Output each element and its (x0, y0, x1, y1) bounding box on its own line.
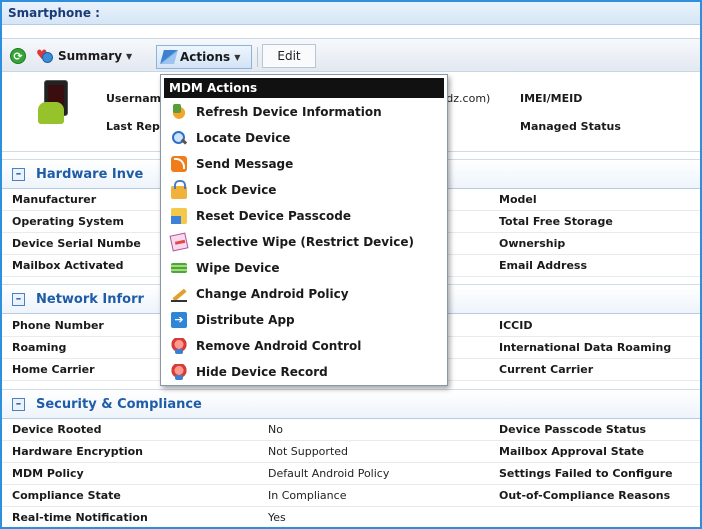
menu-item-send-message[interactable]: Send Message (164, 152, 444, 176)
username-label: Usernam (106, 92, 162, 105)
panel-title: Smartphone : (2, 2, 700, 25)
menu-item-label: Remove Android Control (196, 339, 362, 353)
field-label: Real-time Notification (12, 511, 148, 524)
menu-item-label: Refresh Device Information (196, 105, 382, 119)
menu-item-label: Locate Device (196, 131, 291, 145)
menu-item-label: Change Android Policy (196, 287, 349, 301)
field-label: Current Carrier (499, 363, 594, 376)
menu-item-change-android-policy[interactable]: Change Android Policy (164, 282, 444, 306)
field-label: Hardware Encryption (12, 445, 143, 458)
smartphone-panel: Smartphone : ⟳ ♥ Summary ▼ Actions ▼ Edi… (0, 0, 702, 529)
field-label: Mailbox Activated (12, 259, 124, 272)
menu-item-reset-device-passcode[interactable]: Reset Device Passcode (164, 204, 444, 228)
chevron-down-icon: ▼ (126, 51, 133, 61)
menu-item-label: Hide Device Record (196, 365, 328, 379)
field-label: Model (499, 193, 537, 206)
menu-item-label: Send Message (196, 157, 294, 171)
managed-status-label: Managed Status (520, 120, 621, 133)
network-section-title: Network Inforr (36, 292, 144, 307)
field-label: Roaming (12, 341, 67, 354)
field-label: Settings Failed to Configure (499, 467, 673, 480)
field-label: Manufacturer (12, 193, 97, 206)
menu-item-distribute-app[interactable]: ➔ Distribute App (164, 308, 444, 332)
menu-item-selective-wipe[interactable]: Selective Wipe (Restrict Device) (164, 230, 444, 254)
pencil-icon (171, 286, 187, 302)
field-label: Operating System (12, 215, 124, 228)
rss-icon (171, 156, 187, 172)
menu-item-hide-device-record[interactable]: Hide Device Record (164, 360, 444, 384)
eraser-icon (169, 232, 189, 252)
last-report-label: Last Rep (106, 120, 160, 133)
field-label: Mailbox Approval State (499, 445, 645, 458)
menu-item-label: Distribute App (196, 313, 295, 327)
username-value: )dz.com) (442, 92, 491, 105)
table-row: Hardware Encryption Not Supported Mailbo… (2, 441, 700, 463)
refresh-button[interactable]: ⟳ (10, 45, 30, 67)
magnifier-icon (171, 130, 187, 146)
android-hide-icon (171, 364, 187, 380)
imei-label: IMEI/MEID (520, 92, 583, 105)
actions-menu: MDM Actions Refresh Device Information L… (160, 74, 448, 386)
field-value: No (268, 423, 283, 436)
table-row: Device Rooted No Device Passcode Status (2, 419, 700, 441)
field-value: Default Android Policy (268, 467, 390, 480)
menu-header: MDM Actions (164, 78, 444, 98)
menu-item-lock-device[interactable]: Lock Device (164, 178, 444, 202)
collapse-icon[interactable]: – (12, 293, 25, 306)
field-value: In Compliance (268, 489, 347, 502)
refresh-icon: ⟳ (10, 48, 26, 64)
toolbar: ⟳ ♥ Summary ▼ Actions ▼ Edit (2, 38, 700, 72)
table-row: MDM Policy Default Android Policy Settin… (2, 463, 700, 485)
field-label: MDM Policy (12, 467, 84, 480)
field-value: Yes (268, 511, 286, 524)
table-row: Real-time Notification Yes (2, 507, 700, 527)
field-label: Home Carrier (12, 363, 95, 376)
field-label: International Data Roaming (499, 341, 672, 354)
actions-icon (160, 50, 178, 64)
summary-icon: ♥ (36, 49, 54, 63)
lock-icon (171, 179, 187, 199)
table-row: Compliance State In Compliance Out-of-Co… (2, 485, 700, 507)
security-section-title: Security & Compliance (36, 397, 202, 412)
menu-item-wipe-device[interactable]: Wipe Device (164, 256, 444, 280)
field-label: Device Rooted (12, 423, 102, 436)
hardware-section-title: Hardware Inve (36, 167, 144, 182)
menu-item-locate-device[interactable]: Locate Device (164, 126, 444, 150)
chevron-down-icon: ▼ (234, 52, 241, 62)
menu-item-refresh-device-information[interactable]: Refresh Device Information (164, 100, 444, 124)
field-label: Email Address (499, 259, 588, 272)
edit-button[interactable]: Edit (262, 44, 316, 68)
wipe-icon (171, 260, 187, 276)
collapse-icon[interactable]: – (12, 168, 25, 181)
menu-item-label: Wipe Device (196, 261, 280, 275)
actions-label: Actions (180, 50, 231, 64)
menu-item-label: Selective Wipe (Restrict Device) (196, 235, 414, 249)
field-label: ICCID (499, 319, 533, 332)
field-label: Out-of-Compliance Reasons (499, 489, 671, 502)
field-label: Ownership (499, 237, 566, 250)
menu-item-label: Reset Device Passcode (196, 209, 351, 223)
collapse-icon[interactable]: – (12, 398, 25, 411)
field-label: Phone Number (12, 319, 104, 332)
security-section-header[interactable]: – Security & Compliance (2, 389, 700, 419)
menu-item-label: Lock Device (196, 183, 277, 197)
refresh-device-icon (171, 104, 187, 120)
menu-item-remove-android-control[interactable]: Remove Android Control (164, 334, 444, 358)
field-label: Device Serial Numbe (12, 237, 141, 250)
summary-label: Summary (58, 49, 123, 63)
field-label: Device Passcode Status (499, 423, 647, 436)
android-phone-icon (30, 80, 70, 132)
distribute-arrow-icon: ➔ (171, 312, 187, 328)
reset-passcode-icon (171, 208, 187, 224)
field-label: Total Free Storage (499, 215, 613, 228)
toolbar-divider (257, 47, 258, 67)
field-value: Not Supported (268, 445, 349, 458)
android-remove-icon (171, 338, 187, 354)
field-label: Compliance State (12, 489, 121, 502)
summary-dropdown[interactable]: ♥ Summary ▼ (32, 45, 136, 67)
actions-dropdown[interactable]: Actions ▼ (156, 45, 252, 69)
